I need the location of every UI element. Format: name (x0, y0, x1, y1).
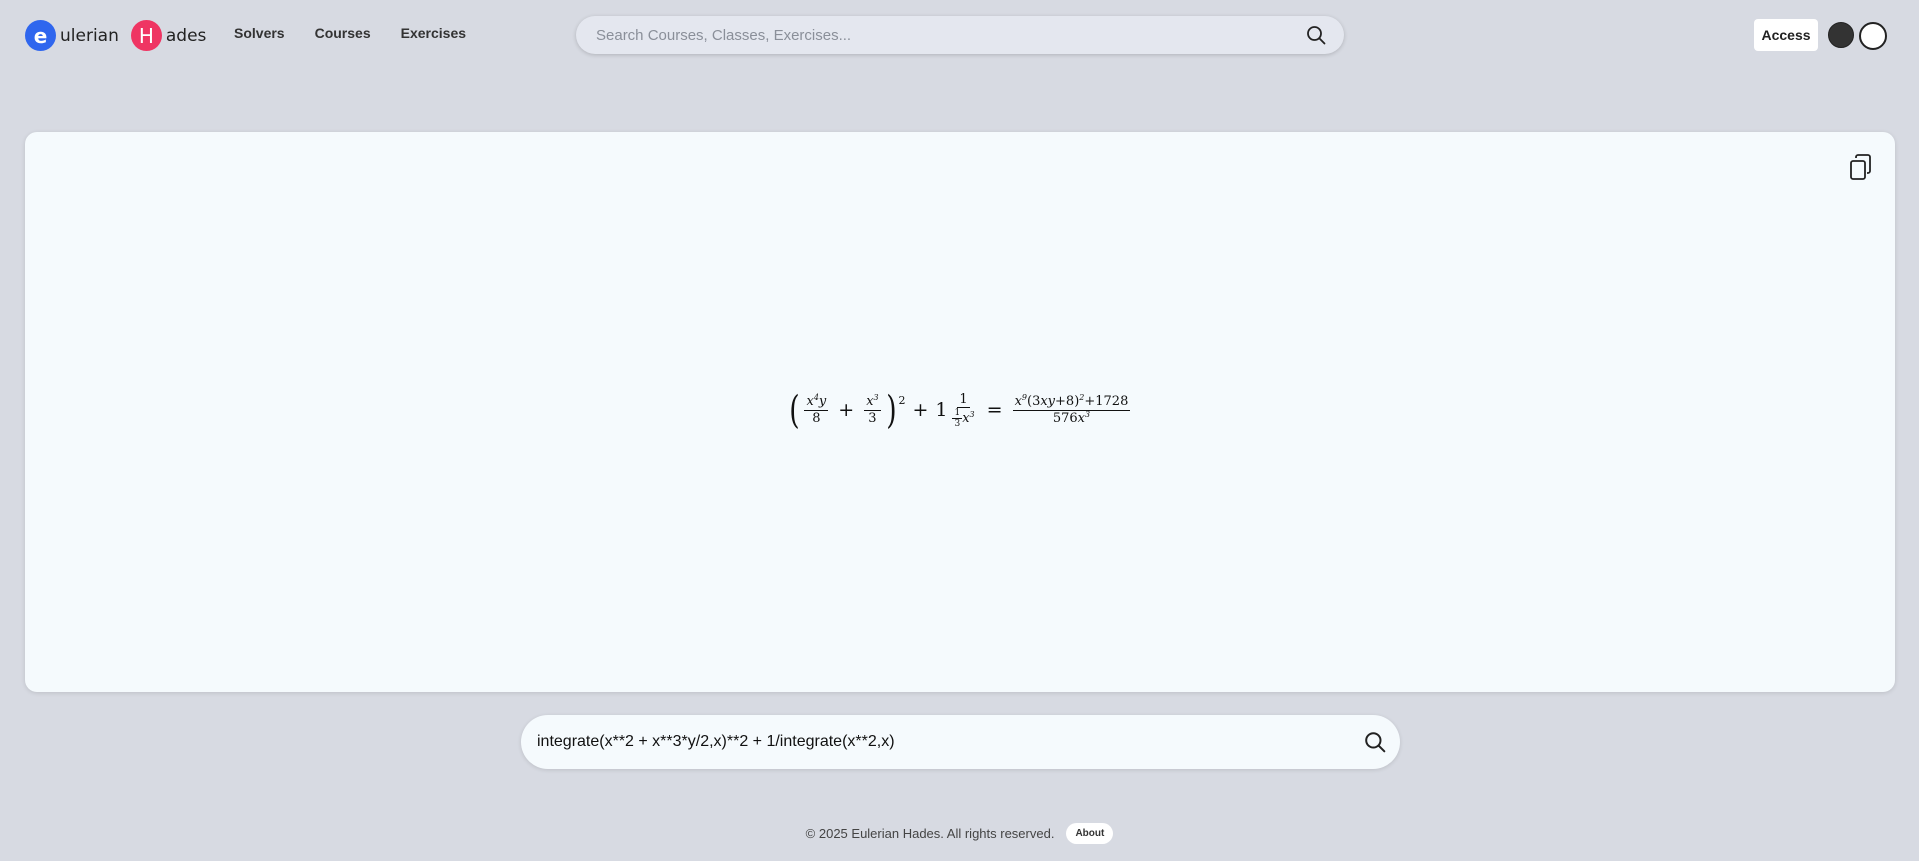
logo[interactable]: e ulerian H ades (25, 20, 206, 51)
search-icon[interactable] (1306, 25, 1326, 45)
copy-icon[interactable] (1847, 152, 1875, 182)
expression-input[interactable] (535, 732, 1364, 752)
footer: © 2025 Eulerian Hades. All rights reserv… (0, 823, 1919, 844)
search-icon[interactable] (1364, 731, 1386, 753)
dark-theme-toggle[interactable] (1828, 22, 1854, 48)
main-nav: Solvers Courses Exercises (234, 25, 466, 41)
result-card: ( x4y 8 + x3 3 ) 2 + 1 1 1 3 x3 = x9(3xy+8)2+1… (25, 132, 1895, 692)
expression-bar (521, 715, 1400, 769)
light-theme-toggle[interactable] (1859, 22, 1887, 50)
nav-solvers[interactable]: Solvers (234, 25, 285, 41)
site-search-input[interactable] (594, 25, 1306, 45)
logo-h-badge: H (130, 20, 162, 51)
logo-word-ades: ades (165, 25, 207, 46)
about-button[interactable]: About (1066, 823, 1114, 844)
nav-courses[interactable]: Courses (315, 25, 371, 41)
logo-word-ulerian: ulerian (60, 25, 119, 46)
rendered-formula: ( x4y 8 + x3 3 ) 2 + 1 1 1 3 x3 = x9(3xy+8)2+1… (788, 388, 1131, 432)
nav-exercises[interactable]: Exercises (401, 25, 466, 41)
site-search-bar (576, 16, 1344, 54)
copyright-text: © 2025 Eulerian Hades. All rights reserv… (805, 826, 1055, 841)
access-button[interactable]: Access (1754, 19, 1818, 51)
logo-e-badge: e (25, 20, 56, 51)
